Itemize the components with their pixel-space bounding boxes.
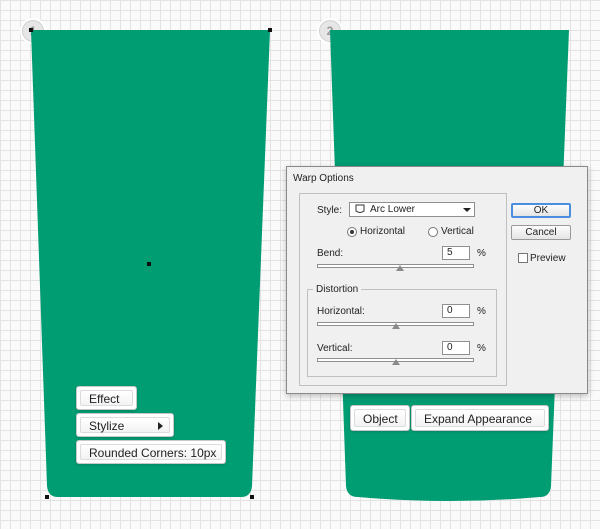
menu-rounded-corners[interactable]: Rounded Corners: 10px: [76, 440, 226, 464]
chevron-down-icon: [463, 208, 471, 212]
horizontal-radio-label: Horizontal: [360, 226, 406, 237]
style-label: Style:: [317, 205, 343, 216]
bend-percent: %: [477, 248, 486, 259]
cancel-button[interactable]: Cancel: [511, 225, 571, 240]
expand-appearance-button-label: Expand Appearance: [424, 412, 533, 426]
ok-button[interactable]: OK: [511, 203, 571, 218]
distortion-horizontal-input[interactable]: 0: [442, 304, 470, 318]
vertical-radio-label: Vertical: [441, 226, 474, 237]
menu-stylize[interactable]: Stylize: [76, 413, 174, 437]
distortion-vertical-slider-thumb[interactable]: [392, 359, 400, 365]
distortion-legend: Distortion: [313, 284, 362, 295]
distortion-group: [307, 289, 497, 377]
preview-label: Preview: [530, 253, 566, 264]
object-button[interactable]: Object: [350, 405, 410, 431]
distortion-horizontal-label: Horizontal:: [317, 306, 365, 317]
distortion-vertical-percent: %: [477, 343, 486, 354]
horizontal-radio[interactable]: [347, 227, 357, 237]
style-select[interactable]: Arc Lower: [349, 202, 475, 217]
distortion-vertical-input[interactable]: 0: [442, 341, 470, 355]
bend-label: Bend:: [317, 248, 344, 259]
object-button-label: Object: [363, 412, 398, 426]
menu-effect-label: Effect: [89, 392, 120, 406]
bend-slider-thumb[interactable]: [396, 265, 404, 271]
warp-options-dialog: Warp Options Style: Arc Lower Horizontal…: [286, 166, 588, 394]
menu-stylize-label: Stylize: [89, 419, 125, 433]
bend-input[interactable]: 5: [442, 246, 470, 260]
submenu-arrow-icon: [158, 422, 163, 430]
vertical-radio[interactable]: [428, 227, 438, 237]
expand-appearance-button[interactable]: Expand Appearance: [411, 405, 549, 431]
distortion-horizontal-percent: %: [477, 306, 486, 317]
dialog-title: Warp Options: [293, 173, 354, 184]
menu-rounded-corners-label: Rounded Corners: 10px: [89, 446, 217, 460]
arc-lower-icon: [355, 204, 365, 213]
preview-checkbox[interactable]: [518, 253, 528, 263]
style-select-value: Arc Lower: [370, 204, 416, 215]
distortion-vertical-label: Vertical:: [317, 343, 353, 354]
distortion-horizontal-slider-thumb[interactable]: [392, 323, 400, 329]
menu-effect[interactable]: Effect: [76, 386, 137, 410]
